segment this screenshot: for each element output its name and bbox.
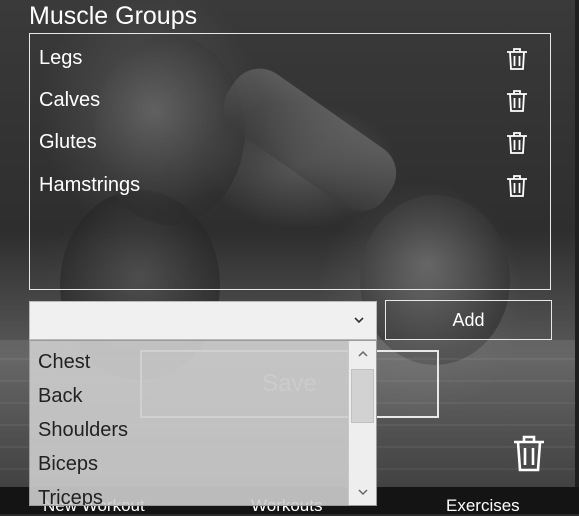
trash-icon[interactable] [506, 47, 528, 71]
page-title: Muscle Groups [29, 2, 198, 30]
scrollbar-thumb[interactable] [351, 369, 374, 423]
chevron-up-icon[interactable] [349, 341, 376, 367]
list-item-glutes[interactable]: Glutes [30, 123, 550, 163]
dropdown-scrollbar[interactable] [348, 341, 376, 505]
trash-icon[interactable] [506, 131, 528, 155]
list-item-legs[interactable]: Legs [30, 39, 550, 79]
dropdown-list: Chest Back Shoulders Biceps Triceps [29, 340, 377, 506]
add-button[interactable]: Add [385, 300, 552, 340]
nav-exercises[interactable]: Exercises [446, 496, 520, 516]
dropdown-option-shoulders[interactable]: Shoulders [38, 419, 128, 442]
dropdown-option-back[interactable]: Back [38, 385, 82, 408]
chevron-down-icon [352, 313, 366, 327]
muscle-group-list: Legs Calves Glutes Hamstrings [29, 33, 551, 290]
list-item-label: Legs [39, 47, 83, 69]
trash-icon[interactable] [506, 174, 528, 198]
list-item-hamstrings[interactable]: Hamstrings [30, 166, 550, 206]
dropdown-option-chest[interactable]: Chest [38, 351, 90, 374]
list-item-calves[interactable]: Calves [30, 81, 550, 121]
trash-icon[interactable] [506, 89, 528, 113]
dropdown-option-biceps[interactable]: Biceps [38, 453, 98, 476]
dropdown-option-triceps[interactable]: Triceps [38, 487, 103, 505]
chevron-down-icon[interactable] [349, 479, 376, 505]
muscle-group-select[interactable] [29, 301, 377, 340]
trash-icon[interactable] [512, 434, 546, 472]
list-item-label: Calves [39, 89, 101, 111]
list-item-label: Glutes [39, 131, 97, 153]
list-item-label: Hamstrings [39, 174, 141, 196]
